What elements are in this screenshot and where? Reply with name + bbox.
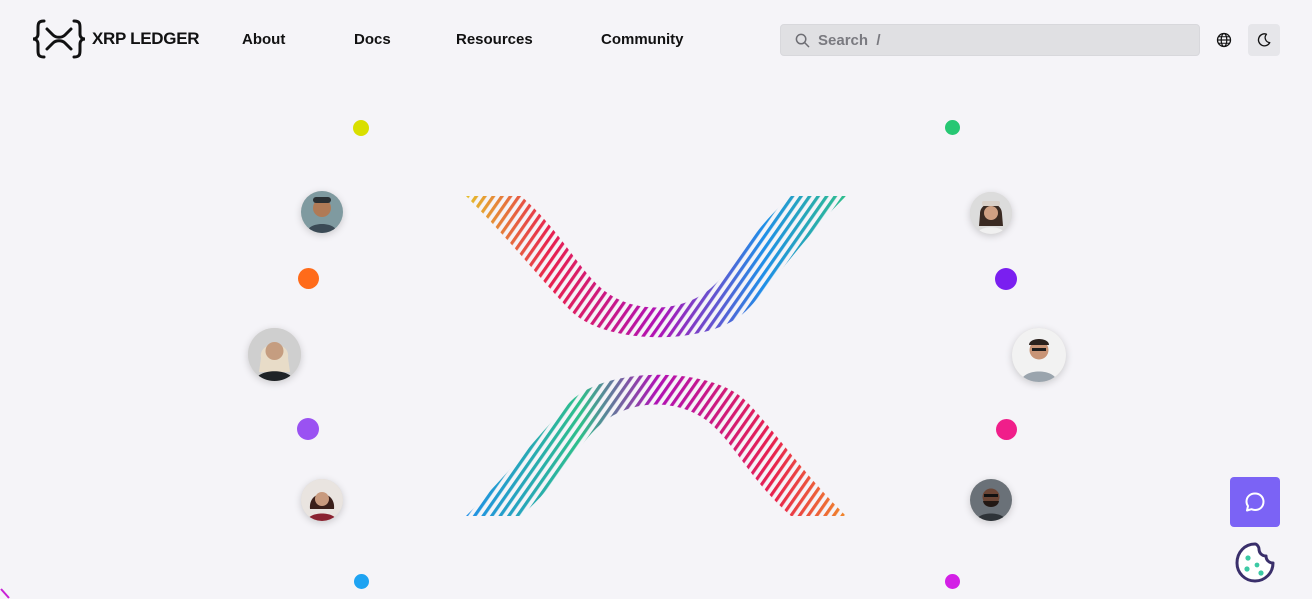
- logo-text: XRP LEDGER: [92, 29, 200, 48]
- search-input[interactable]: [818, 31, 1188, 49]
- top-navbar: XRP LEDGER About Docs Resources Communit…: [0, 0, 1312, 80]
- violet-dot: [995, 268, 1017, 290]
- nav-resources[interactable]: Resources: [456, 30, 533, 50]
- cookie-icon: [1235, 542, 1275, 583]
- pink-dot: [996, 419, 1017, 440]
- yellow-dot: [353, 120, 369, 136]
- developer-avatar: [1012, 328, 1066, 382]
- orange-dot: [298, 268, 319, 289]
- chat-button[interactable]: [1230, 477, 1280, 527]
- green-dot: [945, 120, 960, 135]
- developer-avatar: [970, 479, 1012, 521]
- hero-section: [0, 80, 1312, 599]
- language-button[interactable]: [1208, 24, 1240, 56]
- xrp-ledger-logo[interactable]: XRP LEDGER: [32, 18, 200, 60]
- magenta-dot: [945, 574, 960, 589]
- nav-docs[interactable]: Docs: [354, 30, 391, 50]
- search-icon: [795, 33, 810, 47]
- blue-dot: [354, 574, 369, 589]
- theme-toggle-button[interactable]: [1248, 24, 1280, 56]
- search-box[interactable]: [780, 24, 1200, 56]
- xrp-x-graphic: [466, 196, 846, 516]
- developer-avatar: [301, 479, 343, 521]
- developer-avatar: [970, 192, 1012, 234]
- nav-about[interactable]: About: [242, 30, 285, 50]
- decorative-stroke: [0, 588, 10, 599]
- nav-community[interactable]: Community: [601, 30, 684, 50]
- cookie-settings-button[interactable]: [1233, 541, 1277, 585]
- moon-icon: [1257, 33, 1271, 47]
- developer-avatar: [248, 328, 301, 381]
- chat-bubble-icon: [1245, 492, 1265, 512]
- globe-icon: [1216, 32, 1232, 48]
- developer-avatar: [301, 191, 343, 233]
- xrp-logo-icon: [32, 19, 86, 59]
- purple-dot: [297, 418, 319, 440]
